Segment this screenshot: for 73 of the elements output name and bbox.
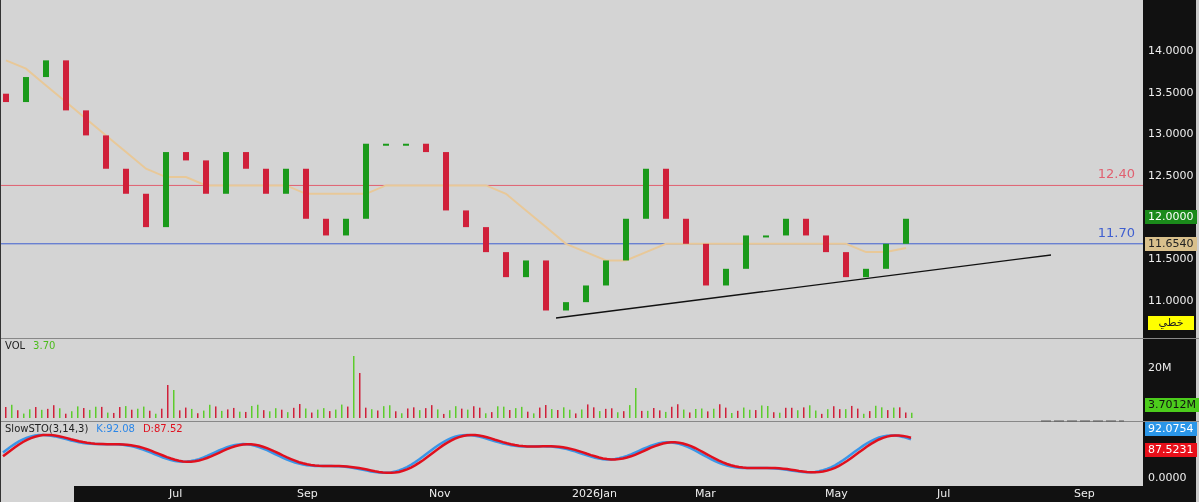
candlestick	[623, 218, 629, 261]
candlestick	[503, 252, 509, 278]
candlestick	[383, 143, 389, 146]
candlestick	[223, 152, 229, 194]
indicator-tag: 87.5231	[1145, 443, 1197, 457]
candlestick	[823, 235, 829, 253]
indicator-tag: 92.0754	[1145, 422, 1197, 436]
indicator-label: SlowSTO(3,14,3)	[5, 423, 89, 434]
candlestick	[783, 218, 789, 236]
axis-label: Sep	[1074, 487, 1095, 500]
axis-label: Nov	[429, 487, 451, 500]
axis-label: 14.0000	[1148, 44, 1194, 57]
candlestick	[303, 168, 309, 219]
candlestick	[903, 218, 909, 244]
candlestick	[263, 168, 269, 194]
candlestick	[403, 143, 409, 146]
axis-label: Sep	[297, 487, 318, 500]
level-label: 11.70	[1097, 224, 1135, 240]
axis-label: 13.5000	[1148, 85, 1194, 99]
candlestick	[543, 260, 549, 311]
candlestick	[603, 260, 609, 286]
level-label: 12.40	[1097, 166, 1135, 182]
axis-label: May	[825, 487, 848, 500]
candlestick	[23, 77, 29, 103]
axis-label: Mar	[695, 487, 716, 500]
candlestick	[83, 110, 89, 136]
candlestick	[3, 93, 9, 103]
candlestick	[523, 260, 529, 278]
price-tag: 11.6540	[1145, 236, 1197, 251]
indicator-value: K:92.08	[96, 423, 135, 434]
candlestick	[63, 60, 69, 111]
candlestick	[723, 268, 729, 286]
axis-label: 13.0000	[1148, 127, 1194, 141]
candlestick	[583, 285, 589, 303]
candlestick	[183, 152, 189, 161]
candlestick	[243, 152, 249, 169]
candlestick	[443, 152, 449, 211]
candlestick	[703, 243, 709, 286]
candlestick	[323, 218, 329, 236]
candlestick	[663, 168, 669, 219]
candlestick	[883, 243, 889, 269]
candlestick	[483, 227, 489, 253]
price-tag: 12.0000	[1145, 209, 1197, 224]
candlestick	[563, 302, 569, 311]
volume-tag: 3.7012M	[1145, 398, 1199, 412]
candlestick	[43, 60, 49, 78]
indicator-label: VOL	[5, 340, 26, 351]
axis-label: 12.5000	[1148, 169, 1194, 183]
candlestick	[743, 235, 749, 269]
candlestick	[683, 218, 689, 244]
candlestick	[283, 168, 289, 194]
candlestick	[803, 218, 809, 236]
candlestick	[103, 135, 109, 169]
indicator-value: D:87.52	[142, 423, 183, 434]
axis-label: 0.0000	[1148, 471, 1187, 484]
axis-label: 2026Jan	[572, 487, 617, 500]
candlestick	[463, 210, 469, 228]
candlestick	[423, 143, 429, 153]
candlestick	[643, 168, 649, 219]
candlestick	[343, 218, 349, 236]
candlestick	[763, 235, 769, 238]
candlestick	[123, 168, 129, 194]
axis-label: 11.0000	[1148, 294, 1194, 308]
axis-label: 11.5000	[1148, 252, 1194, 266]
candlestick	[203, 160, 209, 194]
candlestick	[863, 268, 869, 278]
axis-label: Jul	[169, 487, 183, 500]
indicator-value: 3.70	[33, 340, 56, 351]
candlestick	[143, 193, 149, 228]
candlestick	[843, 252, 849, 278]
mode-button[interactable]: خطي	[1148, 316, 1194, 330]
axis-label: Jul	[937, 487, 951, 500]
axis-label: 20M	[1148, 361, 1172, 374]
